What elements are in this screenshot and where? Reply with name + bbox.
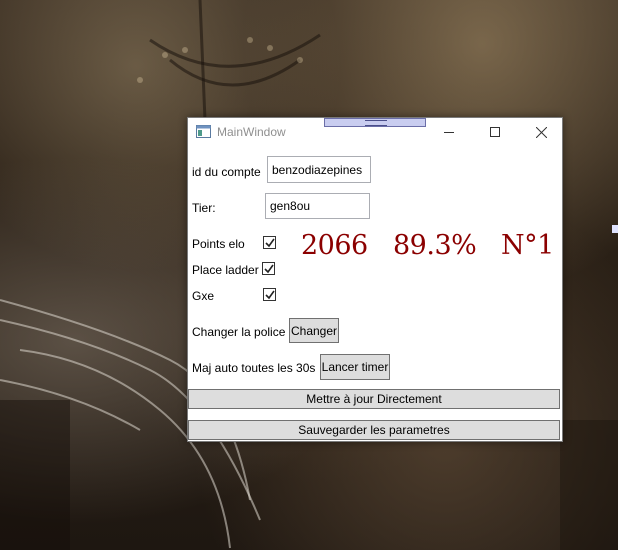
save-settings-button[interactable]: Sauvegarder les parametres xyxy=(188,420,560,440)
place-ladder-checkbox[interactable] xyxy=(262,262,275,275)
tier-label: Tier: xyxy=(192,201,216,215)
account-id-label: id du compte xyxy=(192,165,261,179)
maximize-button[interactable] xyxy=(472,118,518,146)
minimize-button[interactable] xyxy=(426,118,472,146)
points-elo-label: Points elo xyxy=(192,237,245,251)
tier-input[interactable] xyxy=(265,193,370,219)
resize-grip-icon[interactable] xyxy=(324,118,426,127)
main-window: MainWindow id du compte Tier: Points elo xyxy=(187,117,563,442)
maximize-icon xyxy=(490,127,500,137)
elo-value: 2066 xyxy=(301,230,368,261)
minimize-icon xyxy=(444,132,454,133)
points-elo-checkbox[interactable] xyxy=(263,236,276,249)
rank-value: N°1 xyxy=(501,230,554,261)
close-button[interactable] xyxy=(518,118,564,146)
gxe-checkbox[interactable] xyxy=(263,288,276,301)
checkmark-icon xyxy=(264,264,274,274)
checkmark-icon xyxy=(265,238,275,248)
change-font-label: Changer la police xyxy=(192,325,286,339)
start-timer-button[interactable]: Lancer timer xyxy=(320,354,390,380)
change-font-button[interactable]: Changer xyxy=(289,318,339,343)
gxe-value: 89.3% xyxy=(393,230,477,261)
checkmark-icon xyxy=(265,290,275,300)
update-now-button[interactable]: Mettre à jour Directement xyxy=(188,389,560,409)
gxe-label: Gxe xyxy=(192,289,215,303)
auto-update-label: Maj auto toutes les 30s xyxy=(192,361,316,375)
account-id-input[interactable] xyxy=(267,156,371,183)
window-title: MainWindow xyxy=(217,125,286,139)
window-app-icon xyxy=(196,125,211,138)
close-icon xyxy=(535,126,547,138)
title-bar[interactable]: MainWindow xyxy=(188,118,562,146)
place-ladder-label: Place ladder xyxy=(192,263,259,277)
